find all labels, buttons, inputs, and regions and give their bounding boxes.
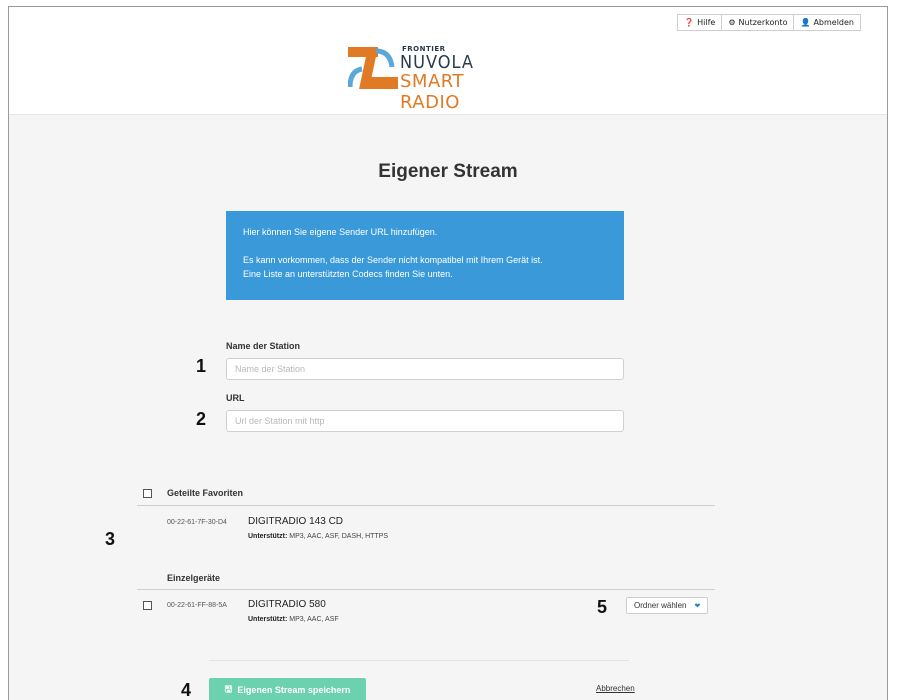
single-devices-heading: Einzelgeräte [167, 573, 221, 583]
device-mac: 00-22-61-7F-30-D4 [167, 519, 227, 526]
device-mac: 00-22-61-FF-88-5A [167, 602, 227, 609]
url-input[interactable] [226, 410, 624, 432]
main-content: Eigener Stream Hier können Sie eigene Se… [9, 115, 887, 700]
logout-label: Abmelden [813, 18, 854, 27]
account-label: Nutzerkonto [738, 18, 788, 27]
top-nav: ❓ Hilfe ⚙ Nutzerkonto 👤 Abmelden [677, 14, 861, 31]
device-checkbox[interactable] [143, 601, 152, 610]
save-stream-button[interactable]: 🖫 Eigenen Stream speichern [209, 678, 366, 700]
station-name-input[interactable] [226, 358, 624, 380]
divider [137, 505, 715, 506]
url-label: URL [226, 393, 245, 403]
marker-4: 4 [181, 680, 192, 700]
supported-label: Unterstützt: [248, 533, 288, 540]
cancel-link[interactable]: Abbrechen [596, 684, 635, 693]
marker-2: 2 [196, 409, 207, 429]
header: ❓ Hilfe ⚙ Nutzerkonto 👤 Abmelden FRONTIE… [9, 7, 887, 115]
divider [137, 589, 715, 590]
info-line-2-text: Es kann vorkommen, dass der Sender nicht… [243, 254, 543, 265]
browser-frame: ❓ Hilfe ⚙ Nutzerkonto 👤 Abmelden FRONTIE… [8, 6, 888, 700]
info-box: Hier können Sie eigene Sender URL hinzuf… [226, 211, 624, 300]
marker-1: 1 [196, 356, 207, 376]
marker-5: 5 [597, 597, 608, 617]
chevron-down-icon: ❤ [694, 602, 701, 610]
device-supported: Unterstützt: MP3, AAC, ASF, DASH, HTTPS [248, 533, 388, 540]
logo-mark-icon [348, 47, 398, 89]
help-icon: ❓ [684, 17, 695, 27]
user-icon: 👤 [800, 17, 811, 27]
shared-favorites-checkbox[interactable] [143, 489, 152, 498]
save-button-label: Eigenen Stream speichern [237, 685, 351, 695]
account-button[interactable]: ⚙ Nutzerkonto [722, 14, 795, 31]
folder-select-label: Ordner wählen [634, 601, 687, 610]
shared-favorites-heading: Geteilte Favoriten [167, 488, 244, 498]
nuvola-logo: FRONTIER NUVOLA SMART RADIO [348, 43, 518, 113]
page-title: Eigener Stream [378, 161, 518, 182]
gear-icon: ⚙ [728, 17, 736, 27]
supported-label: Unterstützt: [248, 616, 288, 623]
logo-line1: NUVOLA [400, 52, 474, 73]
device-name: DIGITRADIO 143 CD [248, 516, 344, 527]
logo-line2: SMART RADIO [400, 71, 464, 113]
logout-button[interactable]: 👤 Abmelden [794, 14, 861, 31]
station-name-label: Name der Station [226, 341, 301, 351]
device-name: DIGITRADIO 580 [248, 599, 326, 610]
info-line-1: Hier können Sie eigene Sender URL hinzuf… [243, 227, 438, 237]
divider [209, 660, 629, 661]
help-label: Hilfe [697, 18, 716, 27]
help-button[interactable]: ❓ Hilfe [677, 14, 723, 31]
marker-3: 3 [105, 529, 116, 549]
folder-select[interactable]: Ordner wählen ❤ [626, 597, 709, 614]
save-icon: 🖫 [224, 684, 233, 694]
supported-codecs: MP3, AAC, ASF [289, 616, 339, 623]
info-line-2: Es kann vorkommen, dass der Sender nicht… [243, 254, 607, 282]
info-line-3-text: Eine Liste an unterstützten Codecs finde… [243, 268, 453, 279]
device-supported: Unterstützt: MP3, AAC, ASF [248, 616, 339, 623]
supported-codecs: MP3, AAC, ASF, DASH, HTTPS [289, 533, 389, 540]
